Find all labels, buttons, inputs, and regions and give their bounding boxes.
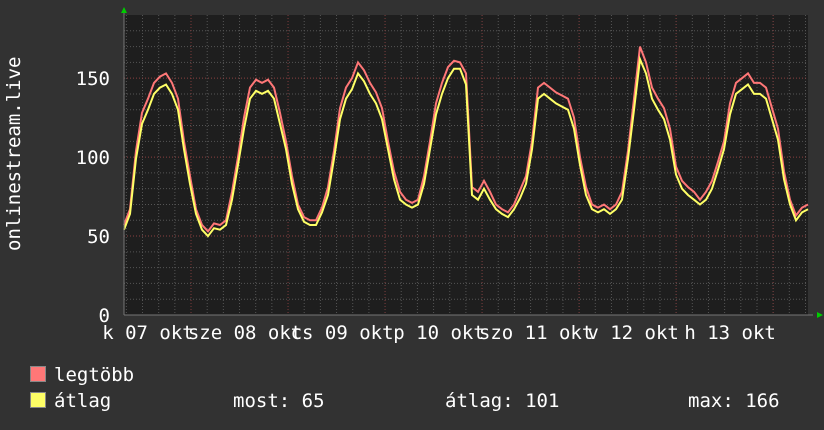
x-tick-label: sze 08 okt xyxy=(188,322,302,344)
y-axis-arrow-icon xyxy=(121,7,127,13)
x-tick-label: k 07 okt xyxy=(102,322,194,344)
x-axis-arrow-icon xyxy=(817,312,823,318)
max-swatch xyxy=(30,366,46,382)
avg-swatch xyxy=(30,392,46,408)
y-tick-label: 50 xyxy=(87,226,110,248)
x-tick-label: v 12 okt xyxy=(587,322,679,344)
stat-now: most: 65 xyxy=(233,390,325,412)
stat-avg: átlag: 101 xyxy=(445,390,560,412)
y-axis-label: onlinestream.live xyxy=(3,56,25,251)
x-tick-label: cs 09 okt xyxy=(291,322,394,344)
stat-max: max: 166 xyxy=(688,390,780,412)
x-tick-label: szo 11 okt xyxy=(479,322,593,344)
legend-max-label: legtöbb xyxy=(54,364,135,386)
legend-avg-label: átlag xyxy=(54,390,112,412)
legend-item-max: legtöbb xyxy=(30,364,134,386)
legend-item-avg: átlag xyxy=(30,390,111,412)
y-tick-label: 150 xyxy=(76,68,110,90)
x-tick-label: p 10 okt xyxy=(393,322,485,344)
x-tick-label: h 13 okt xyxy=(684,322,776,344)
y-tick-label: 100 xyxy=(76,147,110,169)
